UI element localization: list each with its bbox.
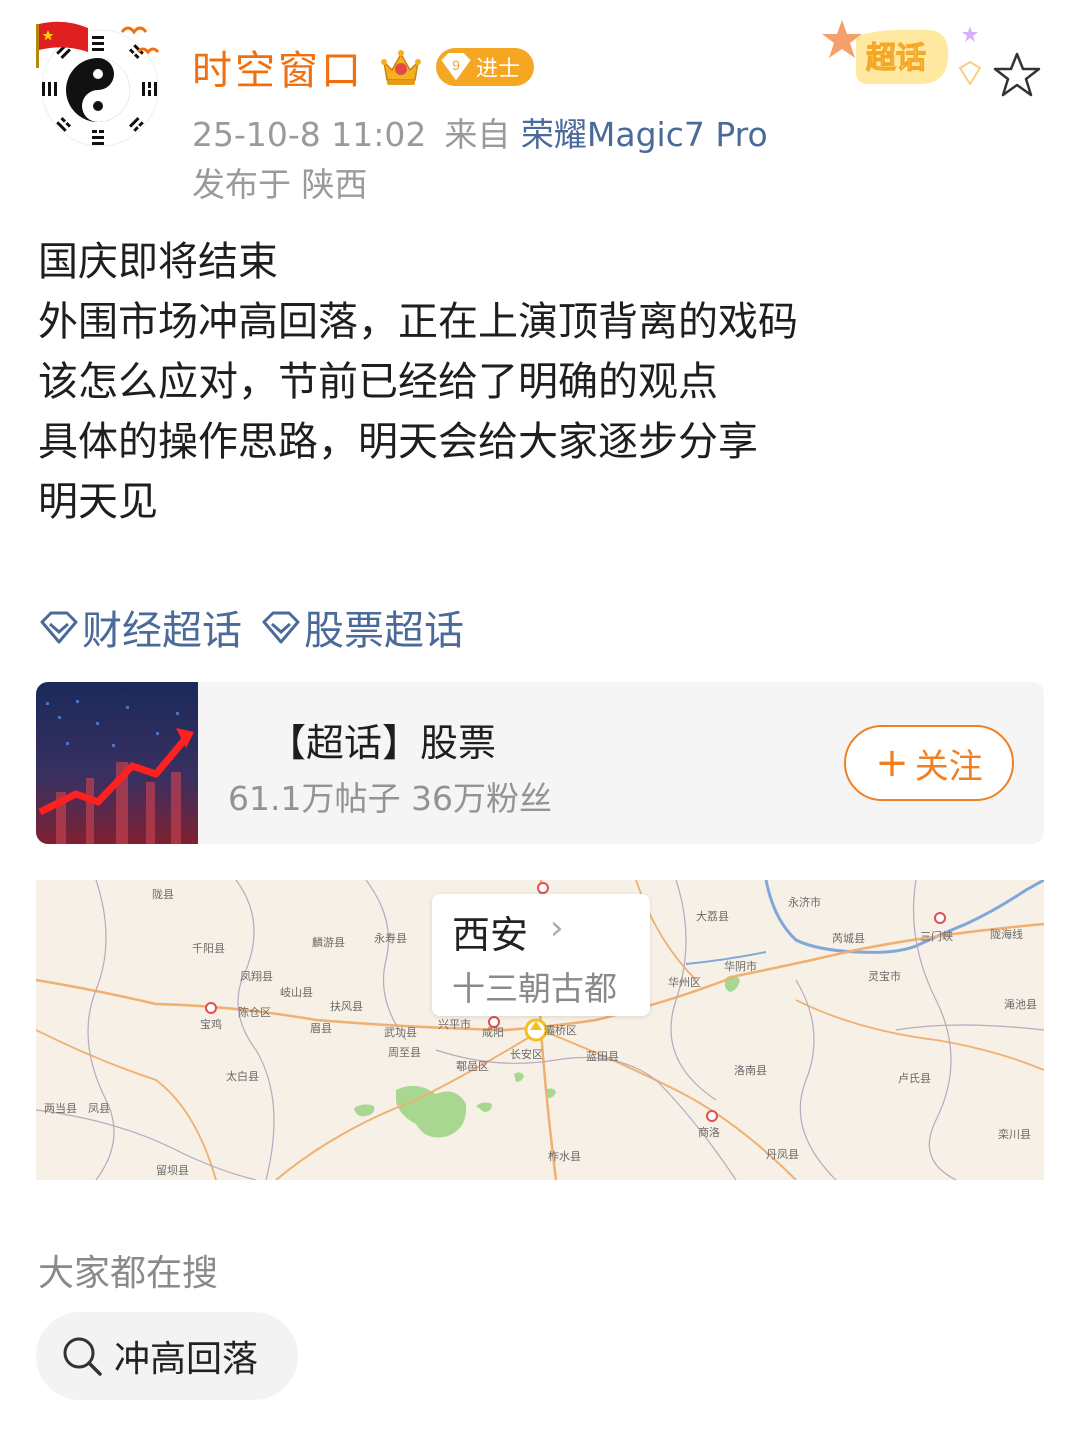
map-place-label: 蓝田县	[586, 1050, 619, 1063]
map-place-label: 永寿县	[374, 932, 407, 945]
trending-search-text: 冲高回落	[114, 1339, 259, 1380]
post-line: 该怎么应对，节前已经给了明确的观点	[38, 359, 718, 405]
post-line: 国庆即将结束	[38, 239, 278, 285]
map-place-label: 华阴市	[724, 960, 757, 973]
map-place-label: 永济市	[788, 896, 821, 909]
map-popup-subtitle: 十三朝古都	[452, 969, 617, 1008]
device-link[interactable]: 荣耀Magic7 Pro	[521, 115, 768, 154]
map-place-label: 眉县	[310, 1022, 332, 1035]
level-diamond-icon: 9	[436, 48, 476, 86]
search-icon	[63, 1337, 102, 1376]
card-title: 【超话】股票	[268, 721, 497, 765]
favorite-star-icon[interactable]	[992, 50, 1042, 100]
follow-label: 关注	[914, 746, 983, 787]
map-place-label: 大荔县	[696, 910, 729, 923]
trending-search-heading: 大家都在搜	[38, 1253, 219, 1294]
source-prefix: 来自	[444, 115, 511, 154]
post-line: 外围市场冲高回落，正在上演顶背离的戏码	[38, 299, 798, 345]
topic-tags: 财经超话 股票超话	[38, 598, 464, 656]
map-place-label: 丹凤县	[766, 1148, 799, 1161]
topic-tag-label: 股票超话	[304, 608, 464, 654]
map-place-label: 洛南县	[734, 1064, 767, 1077]
map-popup-city: 西安	[452, 913, 529, 957]
map-place-label: 两当县	[44, 1102, 77, 1115]
level-number: 9	[452, 57, 460, 73]
map-place-label: 渑池县	[1004, 998, 1037, 1011]
post-meta: 25-10-8 11:02 来自 荣耀Magic7 Pro	[192, 108, 768, 156]
map-place-label: 商洛	[698, 1126, 720, 1139]
crown-vip-icon[interactable]	[378, 44, 424, 90]
map-place-label: 兴平市	[438, 1018, 471, 1031]
map-place-label: 长安区	[510, 1048, 543, 1061]
user-avatar[interactable]	[34, 18, 166, 150]
map-place-label: 太白县	[226, 1070, 259, 1083]
map-place-label: 岐山县	[280, 986, 313, 999]
map-place-label: 芮城县	[832, 932, 865, 945]
map-place-label: 栾川县	[998, 1128, 1031, 1141]
user-name[interactable]: 时空窗口	[192, 38, 364, 96]
yin-yang-avatar-icon	[36, 21, 160, 147]
map-place-label: 灵宝市	[868, 970, 901, 983]
map-place-label: 陇县	[152, 888, 174, 901]
post-content: 国庆即将结束 外围市场冲高回落，正在上演顶背离的戏码 该怎么应对，节前已经给了明…	[38, 232, 798, 532]
post-line: 具体的操作思路，明天会给大家逐步分享	[38, 419, 758, 465]
map-location-popup[interactable]: 西安 › 十三朝古都	[432, 894, 650, 1016]
super-topic-card[interactable]: 【超话】股票 61.1万帖子 36万粉丝 + 关注	[36, 682, 1044, 844]
map-place-label: 灞桥区	[544, 1024, 577, 1037]
post-line: 明天见	[38, 479, 158, 525]
map-place-label: 千阳县	[192, 942, 225, 955]
post-page: 时空窗口 9 进士 25-10-8 11:02 来自 荣耀Magic7 Pro 发…	[0, 0, 1080, 1429]
map-place-label: 武功县	[384, 1026, 417, 1039]
super-topic-badge[interactable]: 超话	[820, 18, 995, 98]
map-place-label: 扶风县	[330, 1000, 363, 1013]
follow-button[interactable]: + 关注	[844, 725, 1014, 801]
level-title: 进士	[476, 57, 521, 82]
post-timestamp: 25-10-8 11:02	[192, 115, 427, 154]
map-place-label: 华州区	[668, 976, 701, 989]
map-place-label: 宝鸡	[200, 1018, 222, 1031]
user-level-badge[interactable]: 9 进士	[436, 48, 535, 86]
map-place-label: 留坝县	[156, 1164, 189, 1177]
topic-tag-finance[interactable]: 财经超话	[38, 598, 242, 656]
stock-chart-thumbnail	[36, 682, 198, 844]
map-place-label: 凤县	[88, 1102, 110, 1115]
location-map[interactable]: 陇县 千阳县 麟游县 永寿县 凤翔县 岐山县 扶风县 陈仓区 宝鸡 眉县 武功县…	[36, 880, 1044, 1180]
map-place-label: 陈仓区	[238, 1006, 271, 1019]
map-place-label: 三门峡	[920, 930, 953, 943]
map-place-label: 咸阳	[482, 1026, 504, 1039]
chevron-right-icon: ›	[550, 908, 564, 948]
super-topic-badge-text: 超话	[866, 41, 926, 76]
post-location: 发布于 陕西	[192, 165, 368, 204]
map-place-label: 麟游县	[312, 936, 345, 949]
plus-icon: +	[875, 740, 909, 786]
topic-tag-label: 财经超话	[82, 608, 242, 654]
super-topic-diamond-icon	[40, 611, 78, 644]
trending-search-chip[interactable]: 冲高回落	[36, 1312, 298, 1400]
topic-tag-stocks[interactable]: 股票超话	[260, 598, 464, 656]
map-place-label: 周至县	[388, 1046, 421, 1059]
map-place-label: 凤翔县	[240, 970, 273, 983]
super-topic-diamond-icon	[262, 611, 300, 644]
map-place-label: 陇海线	[990, 928, 1023, 941]
map-place-label: 卢氏县	[898, 1072, 931, 1085]
map-place-label: 柞水县	[548, 1150, 581, 1163]
user-name-row: 时空窗口 9 进士	[192, 36, 535, 98]
map-place-label: 鄠邑区	[456, 1060, 489, 1073]
card-stats: 61.1万帖子 36万粉丝	[228, 779, 552, 818]
